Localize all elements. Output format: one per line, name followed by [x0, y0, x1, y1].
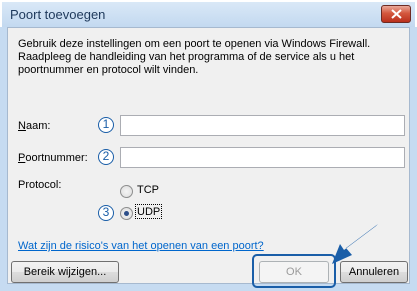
port-label-rest: oortnummer: [25, 152, 88, 164]
window-frame-right [410, 27, 417, 291]
radio-udp[interactable] [120, 207, 133, 220]
callout-2: 2 [98, 149, 114, 165]
close-icon [391, 9, 402, 19]
protocol-label: Protocol: [18, 179, 62, 191]
pointer-arrow-icon [332, 224, 378, 264]
ok-button[interactable]: OK [259, 261, 329, 283]
callout-1: 1 [98, 117, 114, 133]
callout-3: 3 [98, 205, 114, 221]
name-label-rest: aam: [25, 120, 51, 132]
risks-help-link[interactable]: Wat zijn de risico's van het openen van … [18, 240, 264, 252]
close-button[interactable] [381, 5, 411, 23]
radio-tcp-label[interactable]: TCP [137, 184, 159, 196]
name-label-accel: N [18, 120, 26, 132]
port-number-input[interactable] [120, 147, 405, 168]
change-scope-button[interactable]: Bereik wijzigen... [11, 261, 119, 283]
description-text: Gebruik deze instellingen om een poort t… [18, 38, 371, 76]
radio-tcp[interactable] [120, 185, 133, 198]
window-frame-bottom [0, 284, 417, 291]
port-label: Poortnummer: [18, 152, 88, 164]
window-frame-left [0, 27, 7, 291]
dialog-title: Poort toevoegen [10, 7, 106, 22]
name-input[interactable] [120, 115, 405, 136]
name-label: Naam: [18, 120, 50, 132]
radio-udp-label[interactable]: UDP [137, 206, 160, 218]
title-bar[interactable]: Poort toevoegen [2, 2, 415, 27]
add-port-dialog: Poort toevoegen Gebruik deze instellinge… [0, 0, 417, 291]
